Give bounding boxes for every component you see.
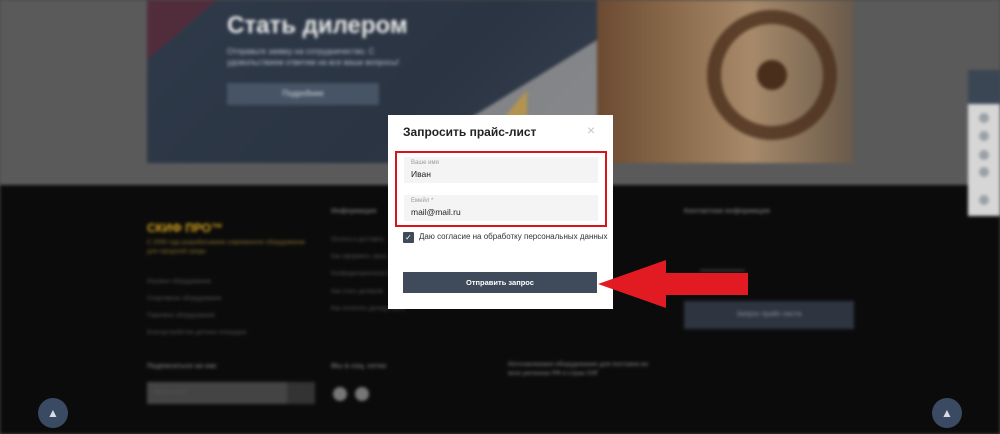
close-icon[interactable]: × (587, 122, 595, 138)
social-icon[interactable] (333, 387, 347, 401)
red-arrow-annotation (598, 260, 748, 308)
footer-link[interactable]: Оплата и доставка (331, 237, 383, 243)
footer-link[interactable]: Игровое оборудование (147, 279, 211, 285)
scroll-up-icon[interactable]: ▲ (38, 398, 68, 428)
footer-link[interactable]: Благоустройство детских площадок (147, 330, 246, 336)
consent-label: Даю согласие на обработку персональных д… (419, 232, 608, 241)
banner-title: Стать дилером (227, 12, 408, 39)
side-info-icon[interactable] (979, 167, 989, 177)
consent-checkbox[interactable]: ✓ (403, 232, 414, 243)
side-toolbar-cart[interactable] (968, 70, 1000, 104)
modal-title: Запросить прайс-лист (403, 125, 537, 139)
footer-col-heading: Контактная информация (684, 208, 770, 215)
footer-link[interactable]: Конфиденциальность (331, 271, 392, 277)
footer-brand: СКИФ ПРО™ (147, 221, 223, 235)
footer-regions-text: Изготавливаем оборудование для поставок … (508, 362, 649, 377)
footer-link[interactable]: Парковое оборудование (147, 313, 215, 319)
footer-link[interactable]: Спортивное оборудование (147, 296, 222, 302)
fields-highlight-box (395, 151, 607, 227)
banner-more-button[interactable]: Подробнее (227, 83, 379, 105)
arrow-left-icon (598, 260, 748, 308)
banner-subtitle: Отправьте заявку на сотрудничество. С уд… (227, 47, 400, 67)
footer-brand-desc: С 2006 года разрабатываем современное об… (147, 240, 306, 255)
scroll-up-icon[interactable]: ▲ (932, 398, 962, 428)
social-icon[interactable] (355, 387, 369, 401)
side-share-icon[interactable] (979, 195, 989, 205)
footer-social-heading: Мы в соц. сетях (331, 363, 387, 370)
footer-subscribe-heading: Подписаться на нас (147, 363, 217, 370)
side-stats-icon[interactable] (979, 150, 989, 160)
footer-link[interactable]: Как стать дилером (331, 289, 383, 295)
footer-subscribe-input[interactable]: Ваш e-mail (147, 382, 287, 404)
footer-subscribe-button[interactable] (287, 382, 315, 404)
side-compare-icon[interactable] (979, 131, 989, 141)
footer-col-heading: Информация (331, 208, 377, 215)
side-favorite-icon[interactable] (979, 113, 989, 123)
footer-link[interactable]: Как оформить заказ (331, 254, 387, 260)
submit-request-button[interactable]: Отправить запрос (403, 272, 597, 293)
